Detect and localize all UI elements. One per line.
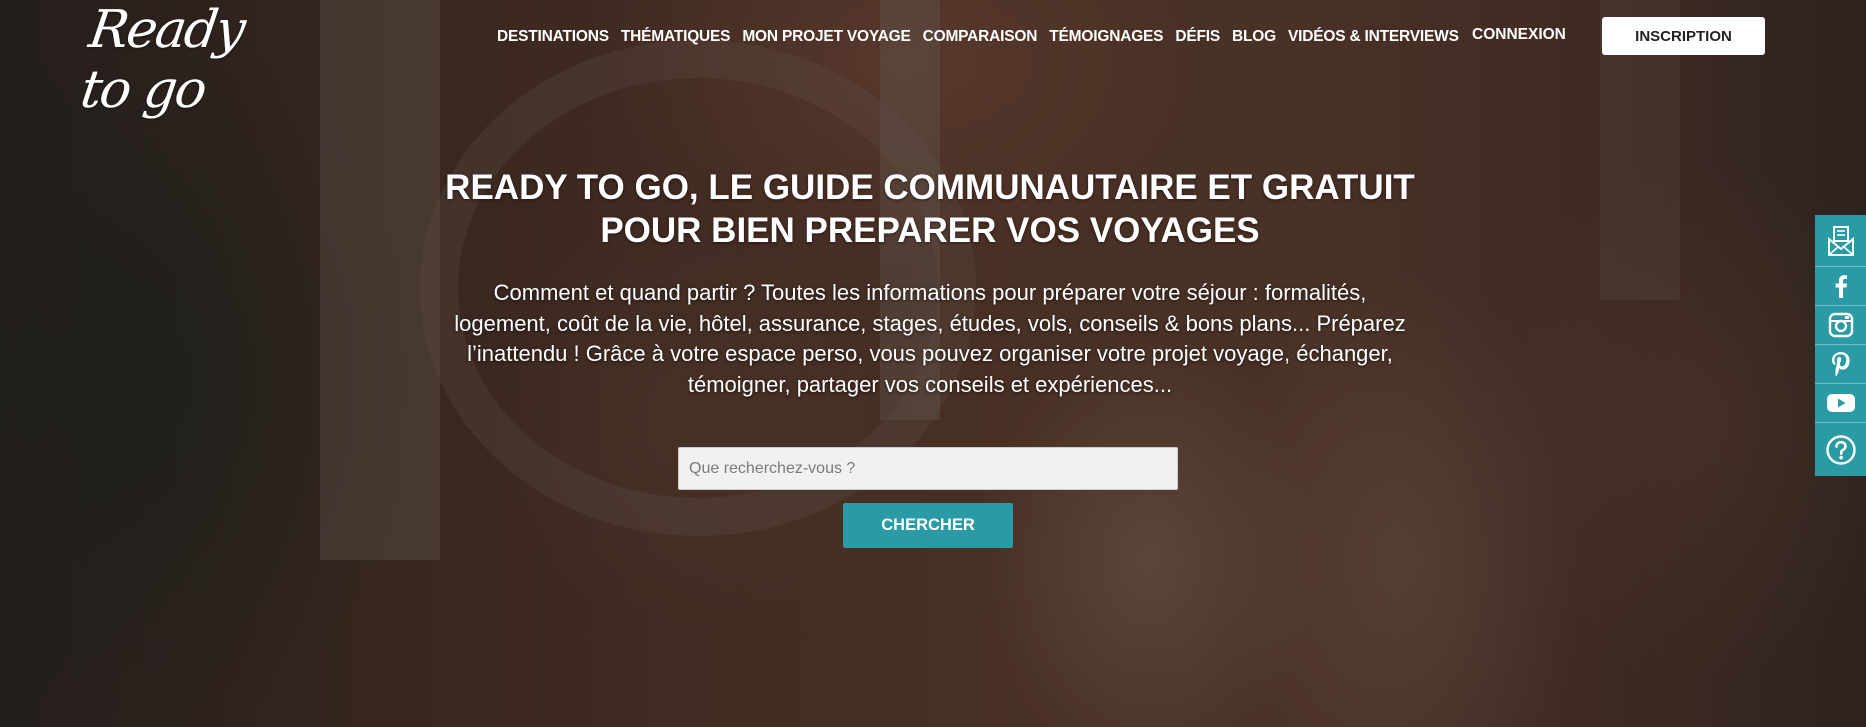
hero-intro: Comment et quand partir ? Toutes les inf… — [413, 278, 1447, 400]
pinterest-icon[interactable] — [1815, 345, 1866, 384]
help-icon[interactable] — [1815, 423, 1866, 476]
hero-title-line: READY TO GO, LE GUIDE COMMUNAUTAIRE ET G… — [445, 168, 1415, 207]
instagram-icon[interactable] — [1815, 306, 1866, 345]
nav-thematiques[interactable]: THÉMATIQUES — [621, 28, 731, 46]
youtube-icon[interactable] — [1815, 384, 1866, 423]
hero-intro-line: l’inattendu ! Grâce à votre espace perso… — [467, 341, 1393, 366]
hero-title-line: POUR BIEN PREPARER VOS VOYAGES — [600, 211, 1260, 250]
nav-mon-projet-voyage[interactable]: MON PROJET VOYAGE — [742, 28, 910, 46]
nav-comparaison[interactable]: COMPARAISON — [923, 28, 1038, 46]
newsletter-icon[interactable] — [1815, 215, 1866, 267]
nav-videos-interviews[interactable]: VIDÉOS & INTERVIEWS — [1288, 28, 1459, 46]
nav-blog[interactable]: BLOG — [1232, 28, 1276, 46]
hero-intro-line: témoigner, partager vos conseils et expé… — [687, 371, 1173, 397]
social-sidebar — [1815, 215, 1866, 476]
hero-intro-line: logement, coût de la vie, hôtel, assuran… — [454, 310, 1406, 336]
search-input[interactable] — [678, 447, 1178, 490]
nav-defis[interactable]: DÉFIS — [1175, 28, 1220, 46]
facebook-icon[interactable] — [1815, 267, 1866, 306]
signup-button[interactable]: INSCRIPTION — [1602, 17, 1765, 55]
hero-intro-line: Comment et quand partir ? Toutes les inf… — [493, 280, 1367, 305]
main-nav: DESTINATIONS THÉMATIQUES MON PROJET VOYA… — [497, 28, 1459, 46]
nav-temoignages[interactable]: TÉMOIGNAGES — [1049, 28, 1163, 46]
ready-to-go-logo[interactable]: Ready to go — [77, 0, 284, 120]
search-button[interactable]: CHERCHER — [843, 503, 1013, 548]
nav-destinations[interactable]: DESTINATIONS — [497, 28, 609, 46]
hero-title: READY TO GO, LE GUIDE COMMUNAUTAIRE ET G… — [380, 166, 1480, 252]
login-link[interactable]: CONNEXION — [1472, 26, 1566, 44]
